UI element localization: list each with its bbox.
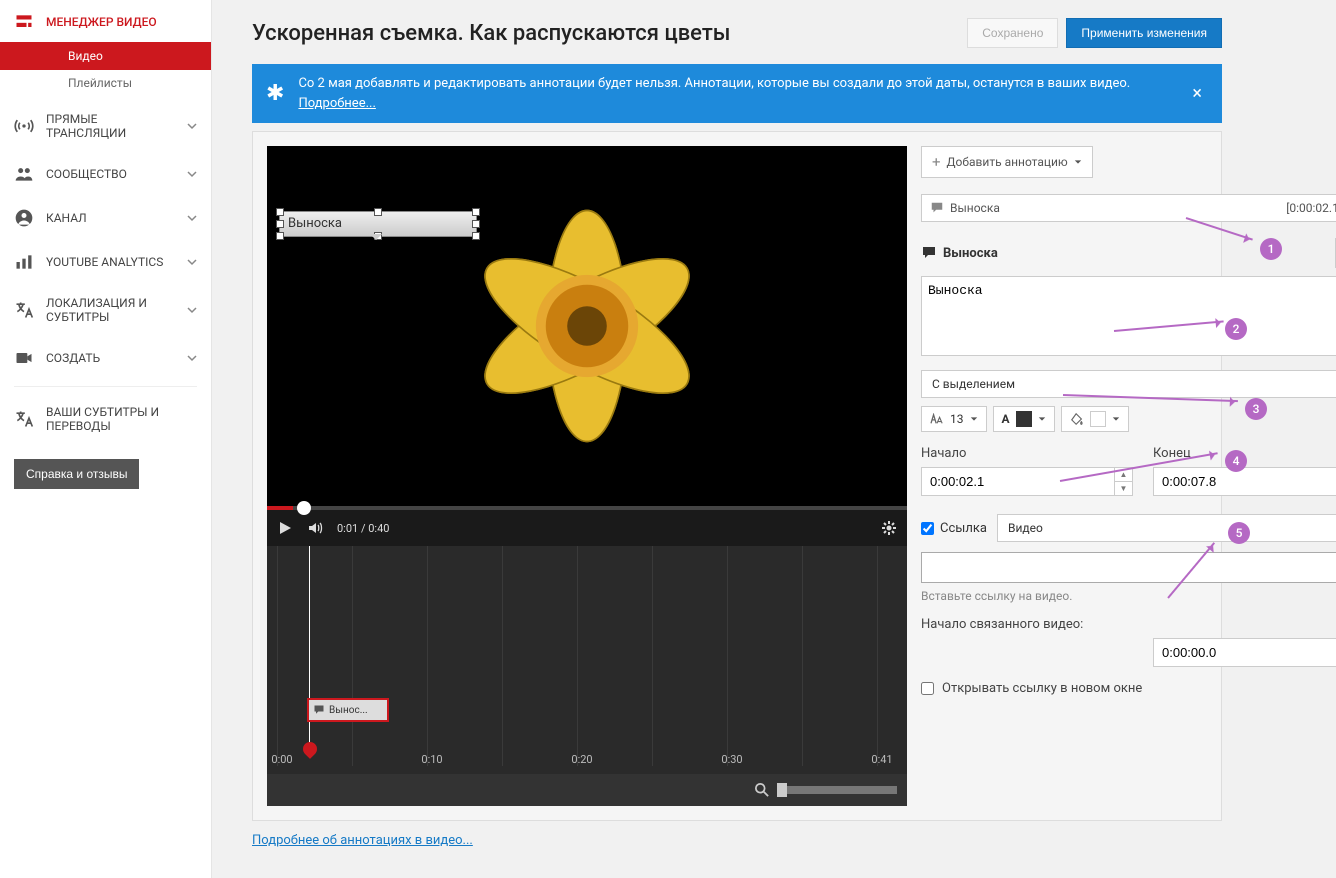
deprecation-alert: ✱ Со 2 мая добавлять и редактировать анн… (252, 64, 1222, 123)
annotation-overlay-text: Выноска (288, 216, 342, 231)
sidebar-item-your-subtitles[interactable]: ВАШИ СУБТИТРЫ И ПЕРЕВОДЫ (0, 393, 211, 445)
end-time-input[interactable]: ▲▼ (1153, 467, 1336, 496)
learn-more-link[interactable]: Подробнее об аннотациях в видео... (252, 833, 473, 848)
sidebar-item-playlists[interactable]: Плейлисты (0, 70, 211, 100)
analytics-icon (14, 252, 34, 272)
text-color-select[interactable]: A (993, 406, 1055, 432)
alert-more-link[interactable]: Подробнее... (298, 96, 375, 111)
linked-start-label: Начало связанного видео: (921, 617, 1336, 632)
progress-thumb[interactable] (297, 501, 311, 515)
sidebar-item-community[interactable]: СООБЩЕСТВО (0, 152, 211, 196)
paint-bucket-icon (1070, 412, 1084, 426)
chevron-down-icon (187, 169, 197, 179)
annotation-time: [0:00:02.1] (1286, 201, 1336, 215)
start-time-input[interactable]: ▲▼ (921, 467, 1133, 496)
channel-icon (14, 208, 34, 228)
zoom-icon[interactable] (755, 783, 769, 797)
annotation-overlay[interactable]: Выноска (279, 211, 477, 237)
translate-icon (14, 409, 34, 429)
timeline[interactable]: 0:00 0:10 0:20 0:30 0:41 Вынос... (267, 546, 907, 806)
community-icon (14, 164, 34, 184)
sidebar-item-localization[interactable]: ЛОКАЛИЗАЦИЯ И СУБТИТРЫ (0, 284, 211, 336)
chevron-down-icon (187, 305, 197, 315)
font-size-icon (930, 413, 944, 425)
timeline-tick: 0:30 (721, 753, 742, 766)
callout-badge-2: 2 (1225, 318, 1247, 340)
broadcast-icon (14, 116, 34, 136)
timeline-tick: 0:10 (421, 753, 442, 766)
time-display: 0:01 / 0:40 (337, 522, 389, 535)
chevron-down-icon (187, 121, 197, 131)
font-size-select[interactable]: 13 (921, 406, 987, 432)
callout-badge-4: 4 (1225, 450, 1247, 472)
settings-icon[interactable] (881, 520, 897, 536)
timeline-clip[interactable]: Вынос... (307, 698, 389, 722)
sidebar-item-video[interactable]: Видео (0, 42, 211, 70)
callout-badge-3: 3 (1245, 398, 1267, 420)
link-type-select[interactable]: Видео (997, 514, 1336, 542)
annotation-type-label: Выноска (943, 246, 998, 261)
alert-text: Со 2 мая добавлять и редактировать аннот… (298, 76, 1130, 91)
chevron-down-icon (187, 257, 197, 267)
sidebar-item-analytics[interactable]: YOUTUBE ANALYTICS (0, 240, 211, 284)
zoom-slider[interactable] (777, 786, 897, 794)
video-content-placeholder (267, 146, 907, 506)
sidebar-header[interactable]: МЕНЕДЖЕР ВИДЕО (0, 0, 211, 42)
page-title: Ускоренная съемка. Как распускаются цвет… (252, 21, 967, 46)
bg-color-select[interactable] (1061, 406, 1129, 432)
link-url-input[interactable] (921, 552, 1336, 583)
speech-bubble-icon (930, 201, 944, 215)
style-select[interactable]: С выделением (921, 370, 1336, 398)
timeline-tick: 0:20 (571, 753, 592, 766)
apply-button[interactable]: Применить изменения (1066, 18, 1222, 48)
callout-badge-5: 5 (1228, 522, 1250, 544)
alert-icon: ✱ (266, 81, 284, 106)
progress-bar[interactable] (267, 506, 907, 510)
new-window-checkbox[interactable] (921, 682, 934, 695)
start-label: Начало (921, 446, 1133, 461)
caret-down-icon (1112, 415, 1120, 423)
linked-start-input[interactable]: ▲▼ (1153, 638, 1336, 667)
sidebar-item-create[interactable]: СОЗДАТЬ (0, 336, 211, 380)
speech-bubble-icon (921, 245, 937, 261)
caret-down-icon (1074, 158, 1082, 166)
sidebar-item-channel[interactable]: КАНАЛ (0, 196, 211, 240)
chevron-down-icon (187, 353, 197, 363)
timeline-tick: 0:00 (271, 753, 292, 766)
chevron-down-icon (187, 213, 197, 223)
create-icon (14, 348, 34, 368)
add-annotation-button[interactable]: + Добавить аннотацию (921, 146, 1093, 178)
caret-down-icon (970, 415, 978, 423)
link-hint: Вставьте ссылку на видео. (921, 589, 1336, 603)
video-manager-icon (14, 12, 34, 32)
caret-down-icon (1038, 415, 1046, 423)
volume-icon[interactable] (307, 520, 323, 536)
sidebar: МЕНЕДЖЕР ВИДЕО Видео Плейлисты ПРЯМЫЕ ТР… (0, 0, 212, 878)
link-checkbox[interactable]: Ссылка (921, 521, 987, 536)
saved-status: Сохранено (967, 18, 1058, 48)
video-preview[interactable]: Выноска (267, 146, 907, 506)
new-window-label: Открывать ссылку в новом окне (942, 681, 1142, 696)
timeline-tick: 0:41 (871, 753, 892, 766)
play-icon[interactable] (277, 520, 293, 536)
callout-badge-1: 1 (1260, 238, 1282, 260)
annotation-text-input[interactable] (921, 276, 1336, 356)
help-feedback-button[interactable]: Справка и отзывы (14, 459, 139, 489)
alert-close-button[interactable]: × (1186, 83, 1208, 104)
annotation-list-item[interactable]: Выноска [0:00:02.1] (921, 194, 1336, 222)
speech-bubble-icon (313, 704, 325, 716)
translate-icon (14, 300, 34, 320)
sidebar-item-live[interactable]: ПРЯМЫЕ ТРАНСЛЯЦИИ (0, 100, 211, 152)
spinner-down[interactable]: ▼ (1115, 482, 1132, 495)
